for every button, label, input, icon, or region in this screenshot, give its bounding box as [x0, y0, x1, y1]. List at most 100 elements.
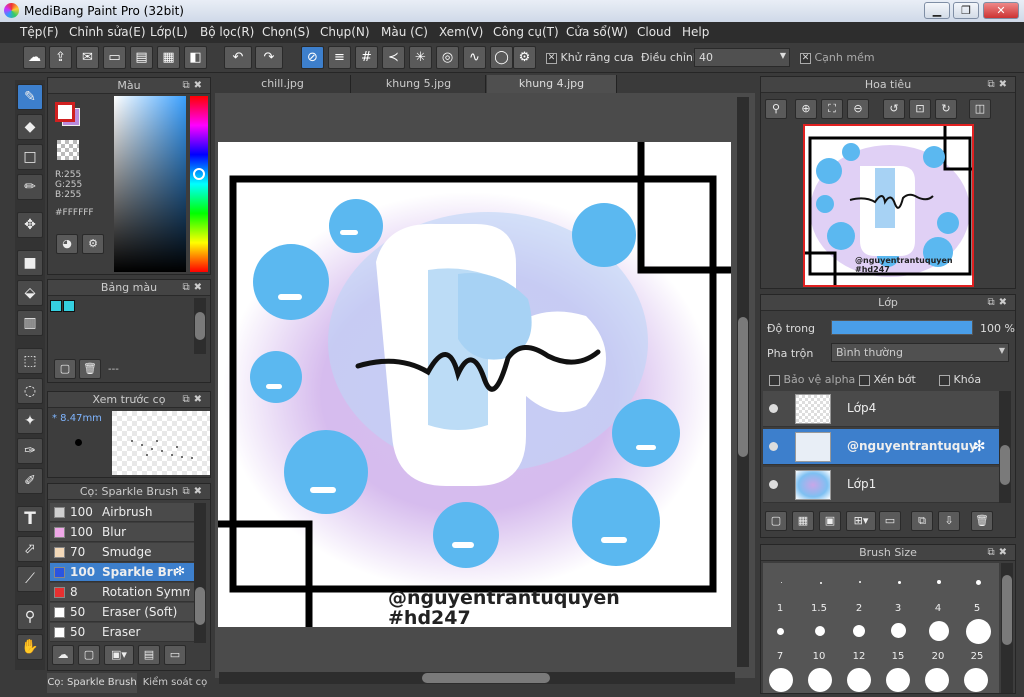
duplicate-layer-icon[interactable]: ⧉ — [911, 511, 933, 531]
size-dot[interactable] — [781, 582, 782, 583]
drawing-canvas[interactable]: @nguyentrantuquyen #hd247 — [218, 142, 731, 627]
new-layer-icon[interactable]: ▢ — [765, 511, 787, 531]
blend-mode-select[interactable]: Bình thường ▼ — [831, 343, 1009, 362]
grid-layout-icon[interactable]: ▦ — [157, 46, 180, 69]
vanishing-snap-icon[interactable]: ≺ — [382, 46, 405, 69]
size-dot[interactable] — [925, 668, 949, 692]
cloud-icon[interactable]: ☁ — [23, 46, 46, 69]
panel-controls-icon[interactable]: ⧉✖ — [182, 392, 206, 408]
layer-row[interactable]: Lớp4 — [763, 391, 1001, 427]
pen-tool-icon[interactable]: ✏ — [17, 174, 43, 200]
fill-shape-tool-icon[interactable]: ■ — [17, 250, 43, 276]
color-settings-icon[interactable]: ⚙ — [82, 234, 104, 254]
palette-swatch[interactable] — [63, 300, 75, 312]
transparent-swatch[interactable] — [57, 140, 79, 160]
antialias-option[interactable]: ✕ Khử răng cưa — [546, 51, 634, 64]
size-dot[interactable] — [966, 619, 991, 644]
menu-select[interactable]: Chọn(S) — [262, 25, 310, 39]
brush-tool-icon[interactable]: ✎ — [17, 84, 43, 110]
brush-item[interactable]: 50 Eraser — [50, 623, 196, 642]
clip-option[interactable]: Xén bớt — [859, 373, 916, 386]
menu-filter[interactable]: Bộ lọc(R) — [200, 25, 254, 39]
merge-down-icon[interactable]: ⇩ — [938, 511, 960, 531]
size-dot[interactable] — [847, 668, 871, 692]
curve-snap-icon[interactable]: ∿ — [463, 46, 486, 69]
color-wheel-icon[interactable]: ◕ — [56, 234, 78, 254]
antialias-checkbox[interactable]: ✕ — [546, 52, 557, 64]
layer-scrollbar[interactable] — [999, 391, 1011, 503]
move-tool-icon[interactable]: ✥ — [17, 212, 43, 238]
redo-icon[interactable]: ↷ — [255, 46, 283, 69]
gear-icon[interactable]: ✻ — [175, 564, 185, 578]
undo-icon[interactable]: ↶ — [224, 46, 252, 69]
fit-screen-icon[interactable]: ⛶ — [821, 99, 843, 119]
menu-color[interactable]: Màu (C) — [381, 25, 428, 39]
saturation-value-field[interactable] — [114, 96, 186, 272]
canvas-horizontal-scrollbar[interactable] — [219, 672, 735, 684]
menu-window[interactable]: Cửa sổ(W) — [566, 25, 628, 39]
new-8bit-layer-icon[interactable]: ▣ — [819, 511, 841, 531]
panel-controls-icon[interactable]: ⧉✖ — [182, 484, 206, 500]
zoom-in-icon[interactable]: ⊕ — [795, 99, 817, 119]
hue-slider[interactable] — [190, 96, 208, 272]
brush-folder-icon[interactable]: ▭ — [164, 645, 186, 665]
parallel-snap-icon[interactable]: ≡ — [328, 46, 351, 69]
menu-layer[interactable]: Lớp(L) — [150, 25, 188, 39]
panel-controls-icon[interactable]: ⧉✖ — [987, 77, 1011, 93]
ellipse-snap-icon[interactable]: ◯ — [490, 46, 513, 69]
text-tool-icon[interactable]: T — [17, 506, 43, 532]
panel-layout-icon[interactable]: ◧ — [184, 46, 207, 69]
lock-option[interactable]: Khóa — [939, 373, 981, 386]
navigator-preview[interactable]: @nguyentrantuquyen #hd247 — [803, 124, 974, 287]
zoom-icon[interactable]: ⚲ — [765, 99, 787, 119]
new-halftone-layer-icon[interactable]: ▦ — [792, 511, 814, 531]
menu-help[interactable]: Help — [682, 25, 709, 39]
size-dot[interactable] — [769, 668, 793, 692]
comment-icon[interactable]: ✉ — [76, 46, 99, 69]
reset-view-icon[interactable]: ⊡ — [909, 99, 931, 119]
tab-khung5[interactable]: khung 5.jpg — [352, 75, 486, 93]
minimize-button[interactable]: ▁ — [924, 2, 950, 19]
brush-list-scrollbar[interactable] — [194, 503, 206, 643]
size-dot[interactable] — [859, 581, 861, 583]
brush-size-grid[interactable]: 1 1.5 2 3 4 5 7 10 12 15 20 25 — [763, 563, 999, 693]
panel-controls-icon[interactable]: ⧉✖ — [182, 78, 206, 94]
brush-settings-icon[interactable]: ▤ — [138, 645, 160, 665]
size-dot[interactable] — [820, 582, 822, 584]
maximize-button[interactable]: ❐ — [953, 2, 979, 19]
snap-off-icon[interactable]: ⊘ — [301, 46, 324, 69]
palette-swatch[interactable] — [50, 300, 62, 312]
brush-item[interactable]: 100 Airbrush — [50, 503, 196, 522]
eye-icon[interactable] — [769, 442, 778, 451]
size-dot[interactable] — [815, 626, 825, 636]
select-pen-icon[interactable]: ✑ — [17, 438, 43, 464]
menu-capture[interactable]: Chụp(N) — [320, 25, 370, 39]
size-dot[interactable] — [808, 668, 832, 692]
add-brush-icon[interactable]: ☁ — [52, 645, 74, 665]
select-tool-icon[interactable]: ⬚ — [17, 348, 43, 374]
export-icon[interactable]: ⇪ — [49, 46, 72, 69]
cross-snap-icon[interactable]: # — [355, 46, 378, 69]
size-dot[interactable] — [929, 621, 949, 641]
layer-row[interactable]: Lớp1 — [763, 467, 1001, 503]
select-eraser-icon[interactable]: ✐ — [17, 468, 43, 494]
tab-brush-list[interactable]: Cọ: Sparkle Brush — [47, 673, 137, 693]
new-palette-icon[interactable]: ▢ — [54, 359, 76, 379]
size-dot[interactable] — [891, 623, 906, 638]
add-layer-menu-icon[interactable]: ⊞▾ — [846, 511, 876, 531]
magic-wand-icon[interactable]: ✦ — [17, 408, 43, 434]
gear-icon[interactable]: ✻ — [973, 437, 986, 455]
primary-color-swatch[interactable] — [55, 102, 75, 122]
new-brush-icon[interactable]: ▢ — [78, 645, 100, 665]
soft-edge-option[interactable]: ✕ Cạnh mềm — [800, 51, 875, 64]
gradient-tool-icon[interactable]: ▥ — [17, 310, 43, 336]
hue-handle[interactable] — [193, 168, 205, 180]
tab-khung4[interactable]: khung 4.jpg — [487, 75, 617, 93]
tab-brush-control[interactable]: Kiểm soát cọ — [139, 673, 211, 693]
panel-controls-icon[interactable]: ⧉✖ — [182, 280, 206, 296]
delete-layer-icon[interactable]: 🗑 — [971, 511, 993, 531]
eyedropper-tool-icon[interactable]: ⚲ — [17, 604, 43, 630]
menu-cloud[interactable]: Cloud — [637, 25, 671, 39]
page-icon[interactable]: ▤ — [130, 46, 153, 69]
palette-scrollbar[interactable] — [194, 298, 206, 354]
